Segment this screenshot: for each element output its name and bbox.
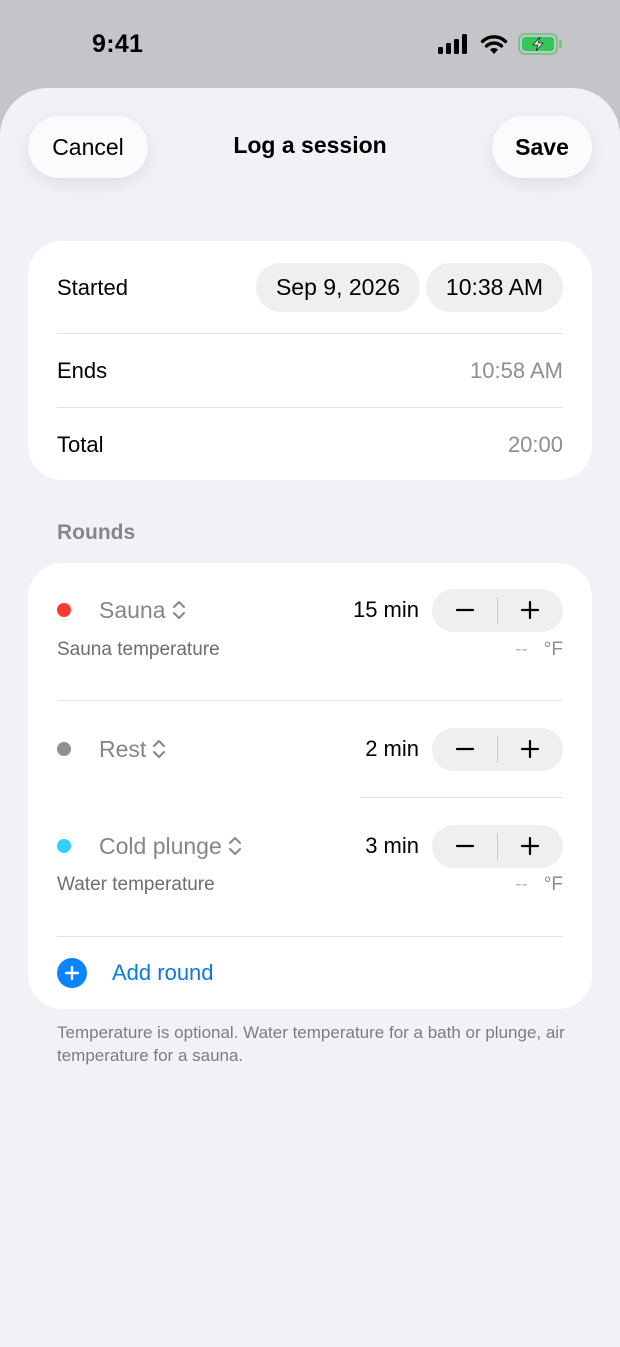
cellular-signal-icon [438, 34, 467, 54]
started-row: Started Sep 9, 2026 10:38 AM [57, 263, 563, 312]
round-duration: 2 min [365, 736, 419, 761]
session-time-card: Started Sep 9, 2026 10:38 AM Ends 10:58 … [28, 241, 592, 480]
chevron-up-down-icon [228, 837, 241, 855]
divider [57, 700, 563, 701]
temperature-row-sauna[interactable]: Sauna temperature -- °F [57, 637, 563, 663]
wifi-icon [480, 34, 508, 54]
round-type-picker-rest[interactable]: Rest [99, 736, 166, 763]
battery-charging-icon [518, 33, 562, 55]
decrement-button[interactable] [432, 728, 498, 771]
temperature-label: Water temperature [57, 874, 215, 895]
temperature-unit: °F [543, 874, 563, 895]
stepper-divider [497, 735, 498, 763]
duration-stepper [432, 588, 564, 632]
rounds-card: Sauna 15 min Sauna temperature -- °F Res… [28, 563, 592, 1009]
log-session-sheet: Cancel Log a session Save Started Sep 9,… [0, 88, 620, 1347]
plus-icon [521, 600, 540, 620]
temperature-label: Sauna temperature [57, 639, 220, 660]
chevron-up-down-icon [172, 601, 185, 619]
chevron-up-down-icon [153, 740, 166, 758]
decrement-button[interactable] [432, 825, 498, 868]
round-row-sauna: Sauna 15 min [57, 588, 563, 632]
round-row-cold-plunge: Cold plunge 3 min [57, 824, 563, 868]
start-date-picker[interactable]: Sep 9, 2026 [256, 263, 420, 312]
duration-stepper [432, 727, 564, 771]
minus-icon [455, 608, 474, 612]
stepper-divider [497, 596, 498, 624]
cold-plunge-color-dot [57, 839, 71, 853]
round-type-label: Cold plunge [99, 832, 222, 859]
plus-icon [64, 965, 80, 981]
round-type-picker-sauna[interactable]: Sauna [99, 597, 186, 624]
ends-label: Ends [57, 357, 108, 383]
round-duration: 15 min [352, 597, 419, 622]
save-button[interactable]: Save [492, 116, 592, 178]
plus-icon [521, 836, 540, 856]
ends-value: 10:58 AM [470, 357, 563, 383]
increment-button[interactable] [498, 728, 564, 771]
round-row-rest: Rest 2 min [57, 727, 563, 771]
ends-row: Ends 10:58 AM [57, 334, 563, 407]
round-type-label: Rest [99, 735, 147, 762]
round-type-label: Sauna [99, 596, 166, 623]
add-round-label: Add round [112, 960, 214, 985]
temperature-row-cold-plunge[interactable]: Water temperature -- °F [57, 872, 563, 898]
rest-color-dot [57, 742, 71, 756]
status-time: 9:41 [92, 30, 144, 58]
divider [360, 797, 563, 798]
minus-icon [455, 747, 474, 751]
add-round-button[interactable]: Add round [57, 937, 563, 1009]
started-label: Started [57, 274, 128, 300]
round-type-picker-cold-plunge[interactable]: Cold plunge [99, 833, 242, 860]
duration-stepper [432, 824, 564, 868]
decrement-button[interactable] [432, 589, 498, 632]
status-icons [438, 33, 564, 55]
temperature-footnote: Temperature is optional. Water temperatu… [57, 1023, 565, 1065]
sauna-color-dot [57, 603, 71, 617]
start-time-picker[interactable]: 10:38 AM [426, 263, 563, 312]
status-bar: 9:41 [0, 0, 620, 88]
increment-button[interactable] [498, 589, 564, 632]
minus-icon [455, 844, 474, 848]
stepper-divider [497, 832, 498, 860]
total-label: Total [57, 431, 104, 457]
add-circle-icon [57, 958, 87, 988]
rounds-section-title: Rounds [57, 521, 136, 544]
temperature-unit: °F [543, 639, 563, 660]
total-row: Total 20:00 [57, 408, 563, 481]
round-duration: 3 min [365, 833, 419, 858]
temperature-input[interactable]: -- [515, 874, 528, 896]
plus-icon [521, 739, 540, 759]
temperature-input[interactable]: -- [515, 639, 528, 661]
increment-button[interactable] [498, 825, 564, 868]
total-value: 20:00 [507, 431, 563, 457]
